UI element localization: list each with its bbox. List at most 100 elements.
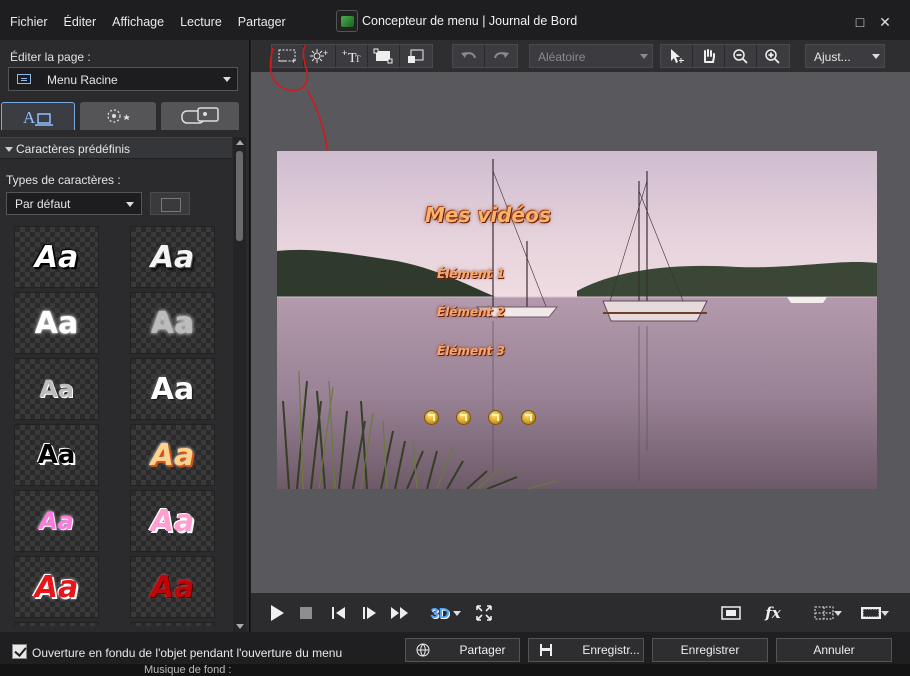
scroll-up-icon[interactable]: [236, 140, 244, 145]
save-button[interactable]: Enregistrer: [652, 638, 768, 662]
font-style-tile[interactable]: Aa: [14, 292, 99, 354]
fade-in-checkbox-label: Ouverture en fondu de l'objet pendant l'…: [32, 646, 343, 660]
redo-button[interactable]: [485, 45, 517, 67]
menu-item-3[interactable]: Élément 3: [437, 344, 505, 358]
menu-partager[interactable]: Partager: [230, 12, 294, 32]
view-tools-group: [660, 44, 790, 68]
page-dropdown-value: Menu Racine: [47, 73, 118, 87]
delete-object-button[interactable]: [400, 45, 432, 67]
nav-home-button[interactable]: [424, 410, 439, 425]
zoom-fit-value: Ajust...: [814, 50, 851, 64]
svg-text:A: A: [23, 108, 36, 127]
hand-icon: [703, 49, 715, 63]
menu-title-text[interactable]: Mes vidéos: [425, 203, 551, 227]
fullscreen-button[interactable]: [474, 603, 494, 623]
redo-icon: [494, 52, 509, 59]
property-tabs: A: [0, 102, 250, 130]
select-tool-button[interactable]: [661, 45, 693, 67]
step-back-icon: [332, 607, 345, 619]
disk-icon: [540, 644, 552, 656]
zoom-in-button[interactable]: [757, 45, 789, 67]
playback-bar: 3D fx: [251, 593, 910, 632]
cancel-button[interactable]: Annuler: [776, 638, 892, 662]
font-style-tile[interactable]: Aa: [14, 556, 99, 618]
scroll-down-icon[interactable]: [236, 624, 244, 629]
font-style-tile[interactable]: Aa: [130, 226, 215, 288]
zoom-out-icon: [732, 49, 748, 64]
effects-button[interactable]: fx: [763, 603, 783, 623]
menu-lecture[interactable]: Lecture: [172, 12, 230, 32]
share-button[interactable]: Partager: [405, 638, 520, 662]
font-style-tile[interactable]: [14, 622, 99, 626]
title-bar: Fichier Éditer Affichage Lecture Partage…: [0, 0, 910, 40]
apply-style-button[interactable]: [150, 192, 190, 215]
menu-item-2[interactable]: Élément 2: [437, 305, 505, 319]
fx-label: fx: [765, 604, 781, 622]
font-style-tile[interactable]: [130, 622, 215, 626]
save-as-button[interactable]: Enregistr...: [528, 638, 644, 662]
tab-effects[interactable]: [80, 102, 156, 130]
grid-lines-button[interactable]: [807, 603, 843, 623]
pan-tool-button[interactable]: [693, 45, 725, 67]
safe-zone-button[interactable]: [721, 603, 741, 623]
menu-bar: Fichier Éditer Affichage Lecture Partage…: [2, 12, 294, 32]
left-panel-scrollbar[interactable]: [233, 137, 246, 632]
nav-previous-button[interactable]: [456, 410, 471, 425]
font-style-tile[interactable]: Aa: [130, 358, 215, 420]
font-style-tile[interactable]: Aa: [130, 424, 215, 486]
menu-editer[interactable]: Éditer: [56, 12, 105, 32]
stop-button[interactable]: [296, 603, 316, 623]
history-group: [452, 44, 518, 68]
tab-buttons[interactable]: [161, 102, 239, 130]
character-type-value: Par défaut: [15, 197, 71, 211]
chevron-down-icon: [223, 77, 231, 82]
previous-frame-button[interactable]: [329, 603, 349, 623]
window-title: Concepteur de menu | Journal de Bord: [362, 14, 578, 28]
font-style-tile[interactable]: Aa: [130, 292, 215, 354]
font-style-tile[interactable]: Aa: [14, 358, 99, 420]
pointer-icon: [670, 49, 684, 63]
nav-back-button[interactable]: [488, 410, 503, 425]
stereo-3d-button[interactable]: 3D: [423, 603, 461, 623]
preset-characters-header[interactable]: Caractères prédéfinis: [0, 137, 232, 159]
chevron-down-icon: [834, 611, 842, 616]
left-panel: Éditer la page : Menu Racine A Caractère…: [0, 40, 250, 632]
next-frame-button[interactable]: [359, 603, 379, 623]
grid-lines-icon: [814, 606, 834, 620]
save-as-button-label: Enregistr...: [582, 643, 640, 657]
chevron-down-icon: [872, 54, 880, 59]
button-preview-icon: [181, 107, 219, 124]
edit-page-label: Éditer la page :: [10, 50, 91, 64]
menu-item-1[interactable]: Élément 1: [437, 267, 505, 281]
page-dropdown[interactable]: Menu Racine: [8, 67, 238, 91]
font-style-tile[interactable]: Aa: [130, 556, 215, 618]
aspect-ratio-button[interactable]: [853, 603, 889, 623]
character-type-dropdown[interactable]: Par défaut: [6, 192, 142, 215]
zoom-out-button[interactable]: [725, 45, 757, 67]
maximize-button[interactable]: □: [852, 14, 868, 30]
nav-next-button[interactable]: [521, 410, 536, 425]
font-style-tile[interactable]: Aa: [14, 490, 99, 552]
font-style-tile[interactable]: Aa: [14, 226, 99, 288]
font-style-tile[interactable]: Aa: [130, 490, 215, 552]
undo-button[interactable]: [453, 45, 485, 67]
zoom-fit-dropdown[interactable]: Ajust...: [805, 44, 885, 68]
text-icon: A: [23, 108, 53, 127]
aspect-ratio-icon: [861, 607, 881, 619]
fade-in-checkbox[interactable]: [12, 644, 27, 659]
menu-preview-canvas[interactable]: Mes vidéos Élément 1 Élément 2 Élément 3: [277, 151, 877, 489]
close-button[interactable]: ✕: [877, 14, 893, 30]
menu-page-icon: [17, 74, 31, 84]
menu-fichier[interactable]: Fichier: [2, 12, 56, 32]
menu-affichage[interactable]: Affichage: [104, 12, 172, 32]
animation-mode-dropdown[interactable]: Aléatoire: [529, 44, 653, 68]
play-button[interactable]: [267, 603, 287, 623]
scrollbar-thumb[interactable]: [236, 151, 243, 241]
stereo-3d-label: 3D: [430, 604, 450, 622]
fast-forward-button[interactable]: [390, 603, 410, 623]
chevron-down-icon: [640, 54, 648, 59]
tab-text-properties[interactable]: A: [1, 102, 75, 130]
background-music-label: Musique de fond :: [144, 664, 232, 676]
preset-characters-title: Caractères prédéfinis: [16, 142, 131, 156]
font-style-tile[interactable]: Aa: [14, 424, 99, 486]
